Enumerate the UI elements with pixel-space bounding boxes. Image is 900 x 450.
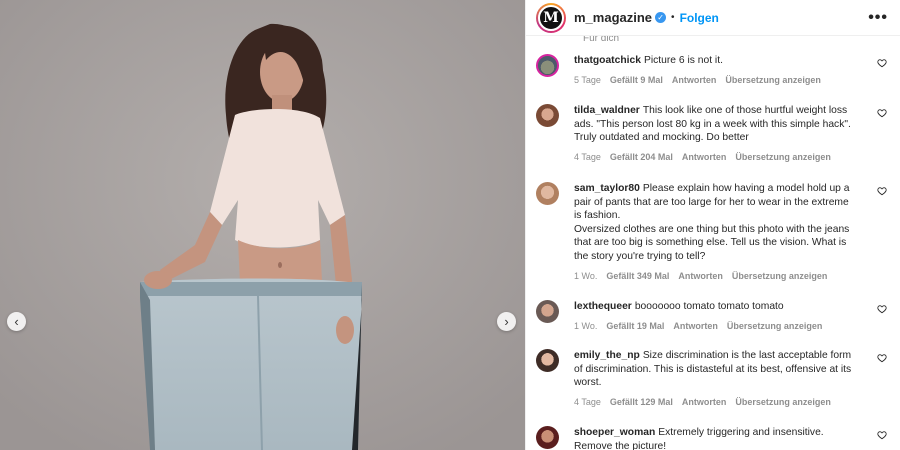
follow-button[interactable]: Folgen: [680, 11, 719, 25]
like-heart-icon[interactable]: [877, 108, 887, 118]
magazine-logo: M: [538, 4, 564, 31]
comment-list: Für dich thatgoatchick Picture 6 is not i…: [526, 36, 900, 450]
commenter-avatar[interactable]: [536, 182, 559, 205]
reply-button[interactable]: Antworten: [678, 270, 723, 284]
comment-likes[interactable]: Gefällt 9 Mal: [610, 74, 663, 88]
comment-likes[interactable]: Gefällt 204 Mal: [610, 151, 673, 165]
comment-item: emily_the_np Size discrimination is the l…: [536, 349, 888, 409]
next-image-button[interactable]: ›: [497, 312, 516, 331]
author-avatar[interactable]: M: [536, 2, 566, 33]
post-image: ‹ ›: [0, 0, 525, 450]
previous-image-button[interactable]: ‹: [7, 312, 26, 331]
commenter-avatar[interactable]: [536, 104, 559, 127]
reply-button[interactable]: Antworten: [673, 320, 718, 334]
model-photo: [0, 0, 525, 450]
translate-button[interactable]: Übersetzung anzeigen: [732, 270, 828, 284]
cutoff-text: Für dich: [583, 36, 620, 44]
comment-likes[interactable]: Gefällt 19 Mal: [606, 320, 664, 334]
comment-username[interactable]: sam_taylor80: [574, 183, 640, 194]
comment-username[interactable]: thatgoatchick: [574, 55, 641, 66]
post-header: M m_magazine ✓ • Folgen •••: [526, 0, 900, 36]
chevron-right-icon: ›: [504, 314, 509, 329]
translate-button[interactable]: Übersetzung anzeigen: [725, 74, 821, 88]
reply-button[interactable]: Antworten: [682, 396, 727, 410]
comment-time[interactable]: 1 Wo.: [574, 270, 597, 284]
like-heart-icon[interactable]: [877, 353, 887, 363]
comment-username[interactable]: lexthequeer: [574, 301, 632, 312]
comment-username[interactable]: shoeper_woman: [574, 427, 655, 438]
separator-dot: •: [671, 12, 675, 23]
more-options-icon[interactable]: •••: [868, 9, 888, 27]
translate-button[interactable]: Übersetzung anzeigen: [727, 320, 823, 334]
translate-button[interactable]: Übersetzung anzeigen: [735, 396, 831, 410]
comments-panel: M m_magazine ✓ • Folgen ••• Für dich tha…: [525, 0, 900, 450]
reply-button[interactable]: Antworten: [682, 151, 727, 165]
reply-button[interactable]: Antworten: [672, 74, 717, 88]
verified-badge-icon: ✓: [655, 12, 667, 23]
comment-likes[interactable]: Gefällt 129 Mal: [610, 396, 673, 410]
comment-likes[interactable]: Gefällt 349 Mal: [606, 270, 669, 284]
comment-item: sam_taylor80 Please explain how having a …: [536, 182, 888, 283]
comment-item: thatgoatchick Picture 6 is not it. 5 Tage…: [536, 54, 888, 87]
comment-time[interactable]: 4 Tage: [574, 151, 601, 165]
comment-username[interactable]: tilda_waldner: [574, 105, 640, 116]
comment-time[interactable]: 4 Tage: [574, 396, 601, 410]
translate-button[interactable]: Übersetzung anzeigen: [735, 151, 831, 165]
like-heart-icon[interactable]: [877, 430, 887, 440]
commenter-avatar[interactable]: [536, 54, 559, 77]
comment-time[interactable]: 5 Tage: [574, 74, 601, 88]
chevron-left-icon: ‹: [14, 314, 19, 329]
comment-item: lexthequeer booooooo tomato tomato tomato…: [536, 300, 888, 333]
like-heart-icon[interactable]: [877, 58, 887, 68]
comment-username[interactable]: emily_the_np: [574, 350, 640, 361]
comment-text: Picture 6 is not it.: [643, 55, 723, 66]
comment-item: shoeper_woman Extremely triggering and in…: [536, 426, 888, 450]
comment-text: booooooo tomato tomato tomato: [634, 301, 784, 312]
comment-item: tilda_waldner This look like one of those…: [536, 104, 888, 164]
commenter-avatar[interactable]: [536, 300, 559, 323]
commenter-avatar[interactable]: [536, 426, 559, 449]
like-heart-icon[interactable]: [877, 304, 887, 314]
comment-text-continued: Oversized clothes are one thing but this…: [574, 223, 850, 262]
comment-time[interactable]: 1 Wo.: [574, 320, 597, 334]
commenter-avatar[interactable]: [536, 349, 559, 372]
like-heart-icon[interactable]: [877, 186, 887, 196]
author-username[interactable]: m_magazine: [574, 10, 652, 25]
